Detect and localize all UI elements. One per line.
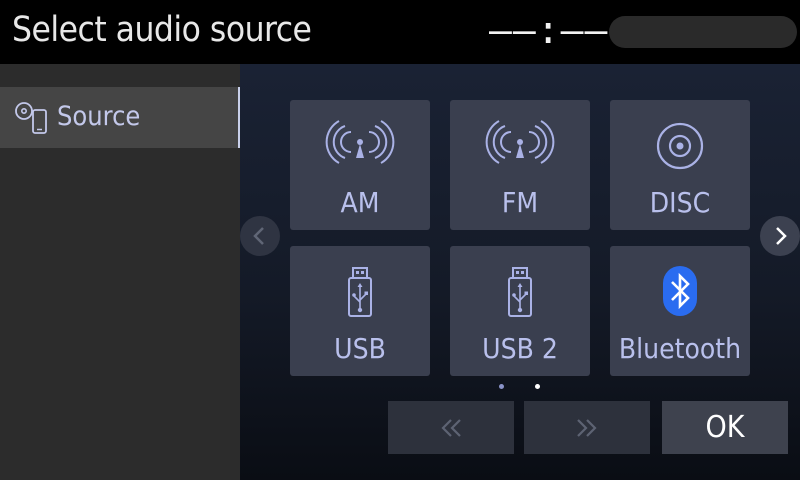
next-page-button[interactable] <box>760 216 800 256</box>
fast-forward-button[interactable] <box>524 401 650 454</box>
clock-display: ––:–– <box>489 8 609 52</box>
double-chevron-left-icon <box>441 419 461 437</box>
ok-button-label: OK <box>705 410 745 445</box>
page-indicator-dot <box>535 384 540 389</box>
radio-antenna-icon <box>325 120 395 164</box>
disc-icon <box>656 122 704 170</box>
page-indicator-dot-current <box>499 384 504 389</box>
source-tile-usb[interactable]: USB <box>290 246 430 376</box>
status-area <box>609 16 797 48</box>
sidebar-item-source[interactable]: Source <box>0 87 240 148</box>
previous-page-button[interactable] <box>240 216 280 256</box>
chevron-left-icon <box>253 227 264 245</box>
source-panel: AM FM DISC USB USB 2 Bluetooth OK <box>240 64 800 480</box>
bluetooth-icon <box>663 266 697 316</box>
usb-icon <box>348 267 372 317</box>
header-bar: Select audio source ––:–– <box>0 0 800 64</box>
double-chevron-right-icon <box>577 419 597 437</box>
rewind-button[interactable] <box>388 401 514 454</box>
source-tile-am[interactable]: AM <box>290 100 430 230</box>
media-source-icon <box>15 102 47 134</box>
source-tile-bluetooth[interactable]: Bluetooth <box>610 246 750 376</box>
source-label: DISC <box>649 186 711 219</box>
page-title: Select audio source <box>12 10 312 50</box>
source-label: FM <box>501 186 539 219</box>
chevron-right-icon <box>776 227 787 245</box>
source-label: Bluetooth <box>618 332 742 365</box>
source-tile-usb-2[interactable]: USB 2 <box>450 246 590 376</box>
source-tile-fm[interactable]: FM <box>450 100 590 230</box>
usb-icon <box>508 267 532 317</box>
source-label: USB 2 <box>482 332 558 365</box>
source-label: USB <box>334 332 386 365</box>
source-label: AM <box>340 186 380 219</box>
source-tile-disc[interactable]: DISC <box>610 100 750 230</box>
sidebar: Source <box>0 64 240 480</box>
sidebar-item-label: Source <box>57 101 141 132</box>
radio-antenna-icon <box>485 120 555 164</box>
ok-button[interactable]: OK <box>662 401 788 454</box>
